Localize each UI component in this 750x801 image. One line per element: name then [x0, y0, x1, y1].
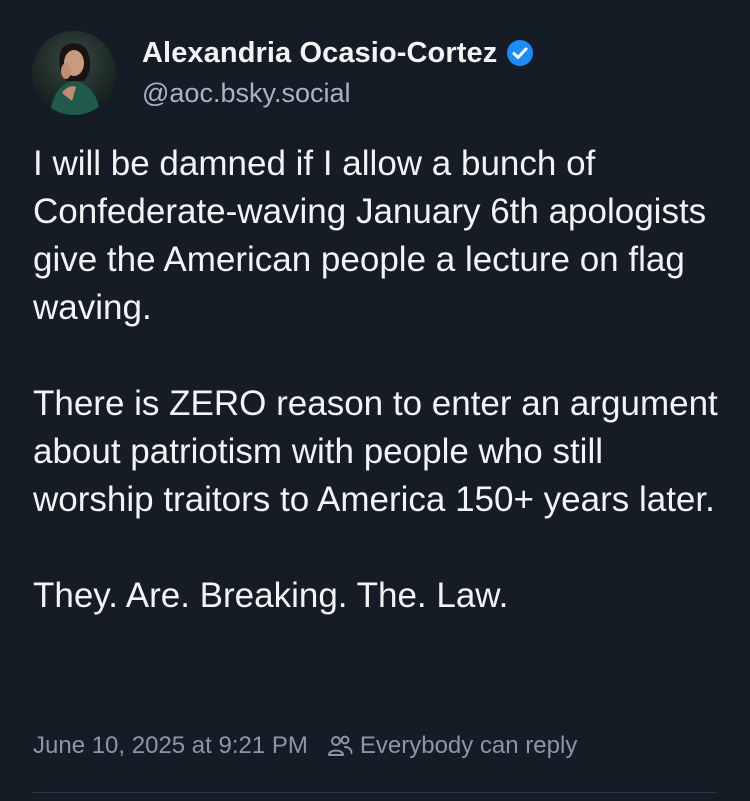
post-text: I will be damned if I allow a bunch of C… — [33, 140, 733, 620]
display-name-row: Alexandria Ocasio-Cortez — [142, 36, 535, 70]
post-paragraph: I will be damned if I allow a bunch of C… — [33, 144, 707, 327]
post-paragraph: They. Are. Breaking. The. Law. — [33, 576, 509, 615]
avatar-image — [50, 43, 100, 115]
post-header: Alexandria Ocasio-Cortez @aoc.bsky.socia… — [32, 28, 535, 118]
avatar[interactable] — [32, 31, 116, 115]
post-timestamp[interactable]: June 10, 2025 at 9:21 PM — [33, 732, 308, 760]
people-icon — [327, 735, 353, 756]
post-footer: June 10, 2025 at 9:21 PM Everybody can r… — [33, 732, 577, 760]
reply-setting-label: Everybody can reply — [359, 732, 578, 759]
author-names: Alexandria Ocasio-Cortez @aoc.bsky.socia… — [142, 36, 535, 110]
reply-setting[interactable]: Everybody can reply — [326, 732, 577, 760]
post-paragraph: There is ZERO reason to enter an argumen… — [33, 384, 718, 519]
author-handle[interactable]: @aoc.bsky.social — [142, 76, 535, 110]
divider — [33, 792, 717, 793]
post-card: Alexandria Ocasio-Cortez @aoc.bsky.socia… — [0, 0, 750, 801]
verified-badge-icon[interactable] — [505, 38, 535, 68]
display-name[interactable]: Alexandria Ocasio-Cortez — [142, 36, 497, 70]
